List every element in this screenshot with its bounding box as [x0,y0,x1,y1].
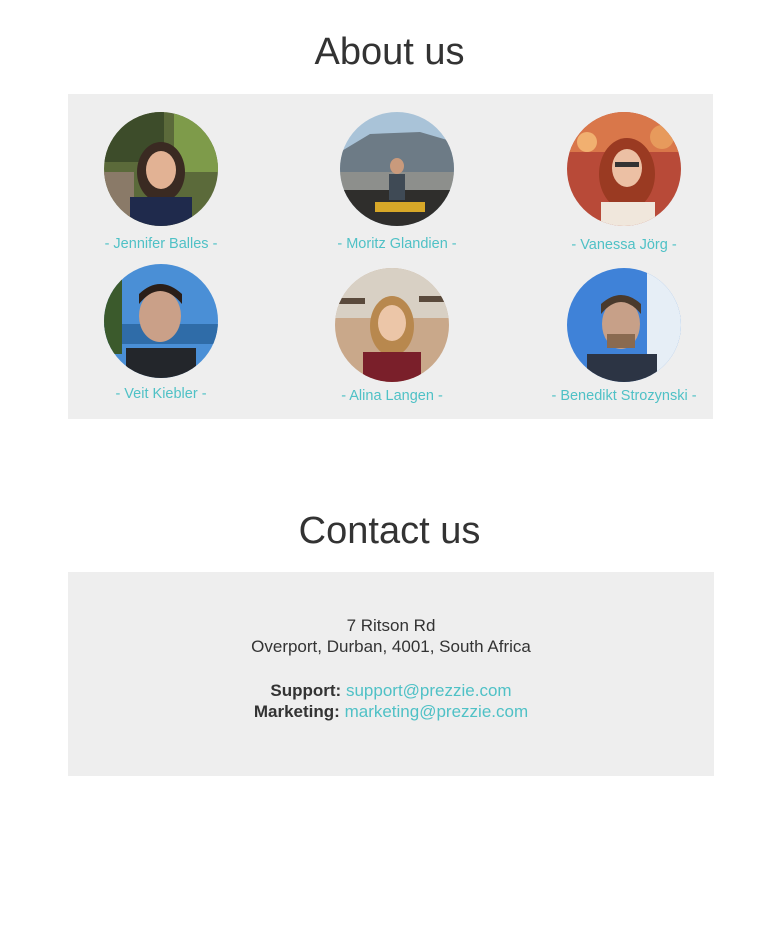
team-member-vanessa: - Vanessa Jörg - [524,112,724,253]
about-title: About us [314,31,465,73]
support-row: Support: support@prezzie.com [68,680,714,701]
avatar-alina [335,268,449,382]
member-name-link[interactable]: - Vanessa Jörg - [524,237,724,253]
contact-panel: 7 Ritson Rd Overport, Durban, 4001, Sout… [68,572,714,776]
member-name-link[interactable]: - Moritz Glandien - [297,236,497,252]
avatar-jennifer [104,112,218,226]
team-member-jennifer: - Jennifer Balles - [61,112,261,252]
avatar-benedikt [567,268,681,382]
team-member-veit: - Veit Kiebler - [61,264,261,402]
marketing-label: Marketing: [253,702,340,721]
support-label: Support: [270,681,342,700]
member-name-link[interactable]: - Veit Kiebler - [61,386,261,402]
team-member-benedikt: - Benedikt Strozynski - [524,268,724,404]
member-name-link[interactable]: - Alina Langen - [292,388,492,404]
page: About us - Jennifer Balles - - Moritz Gl… [0,0,779,934]
contact-title: Contact us [298,510,481,552]
marketing-email-link[interactable]: marketing@prezzie.com [345,702,529,721]
avatar-veit [104,264,218,378]
address-line-1: 7 Ritson Rd [346,616,436,635]
avatar-vanessa [567,112,681,226]
address-line-2: Overport, Durban, 4001, South Africa [251,637,531,656]
address-block: 7 Ritson Rd Overport, Durban, 4001, Sout… [68,615,714,657]
team-panel: - Jennifer Balles - - Moritz Glandien - [68,94,713,419]
team-member-moritz: - Moritz Glandien - [297,112,497,252]
team-member-alina: - Alina Langen - [292,268,492,404]
member-name-link[interactable]: - Jennifer Balles - [61,236,261,252]
marketing-row: Marketing: marketing@prezzie.com [68,701,714,722]
contact-emails: Support: support@prezzie.com Marketing: … [68,680,714,722]
support-email-link[interactable]: support@prezzie.com [346,681,512,700]
member-name-link[interactable]: - Benedikt Strozynski - [524,388,724,404]
avatar-moritz [340,112,454,226]
